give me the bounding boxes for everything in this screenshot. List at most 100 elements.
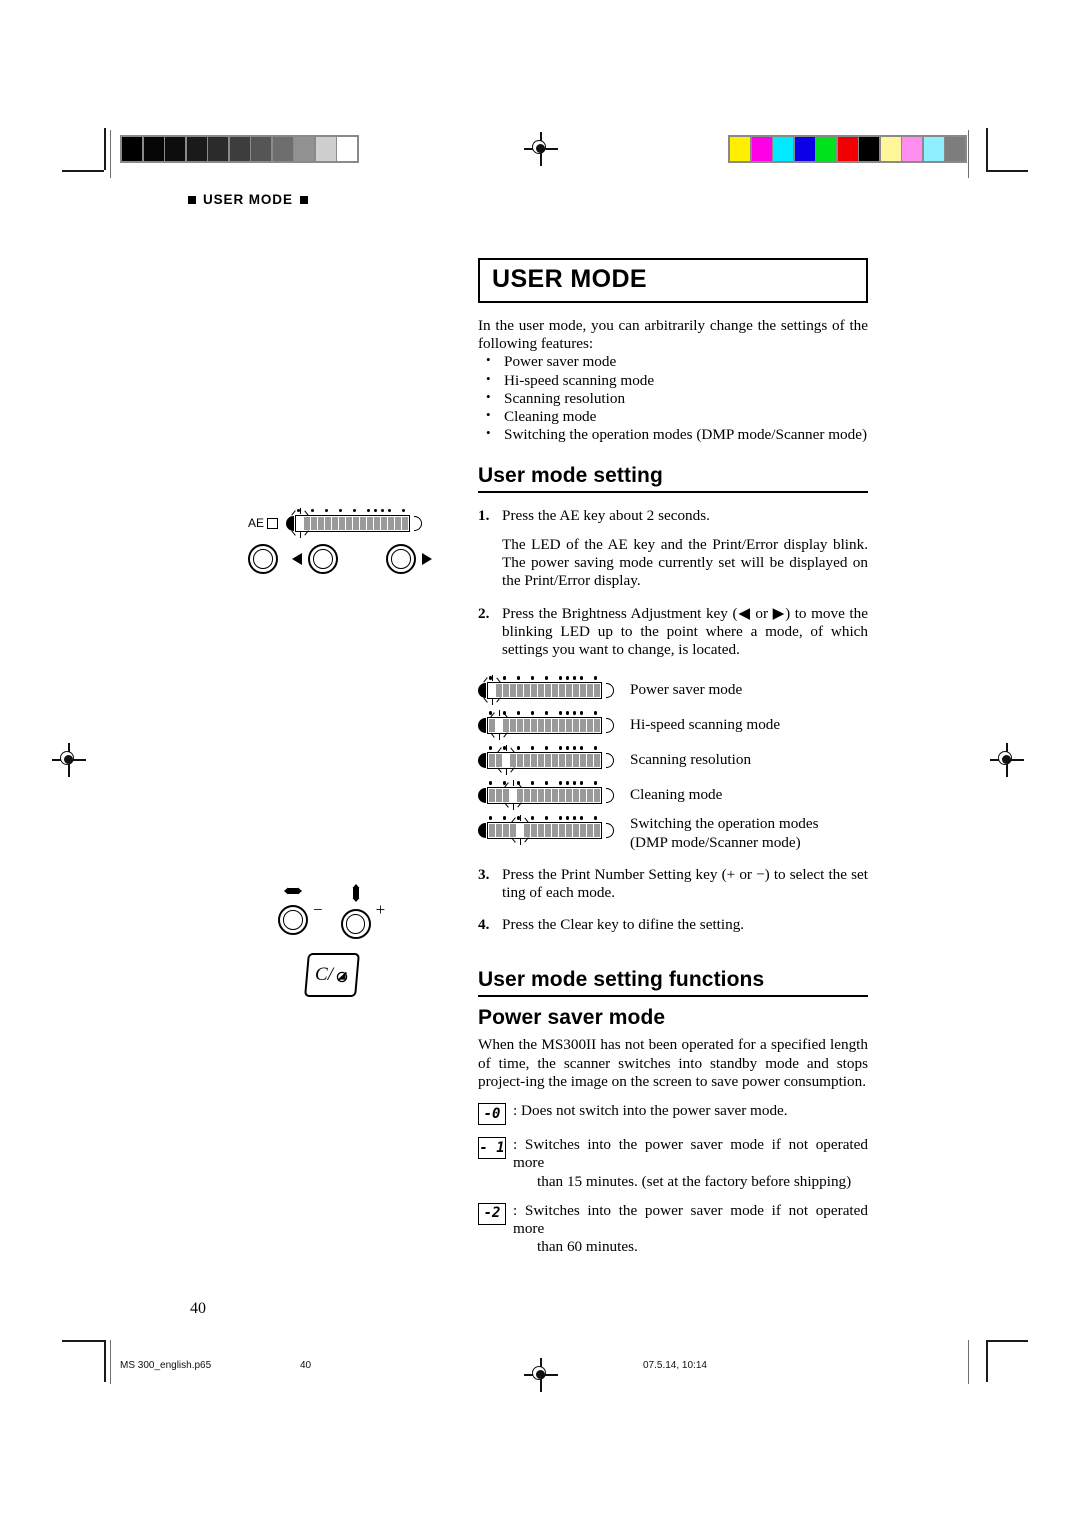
step-number: 3. xyxy=(478,865,490,883)
calibration-swatch xyxy=(859,137,879,161)
led-segment xyxy=(503,823,509,837)
print-number-minus-icon xyxy=(284,887,302,895)
step-text: Press the Brightness Adjustment key (◀ o… xyxy=(502,605,868,660)
led-indicator-bar xyxy=(478,745,614,776)
header-square-right-icon xyxy=(299,195,308,204)
led-segment xyxy=(538,823,544,837)
led-segment-blinking xyxy=(297,516,304,530)
clear-key-button[interactable]: C/ xyxy=(304,953,360,997)
led-segment-track xyxy=(487,786,602,804)
brightness-left-arrow-icon xyxy=(292,553,302,565)
led-segment xyxy=(587,823,593,837)
led-mode-caption: Scanning resolution xyxy=(630,751,751,769)
led-bar-right-cap-icon xyxy=(414,515,423,531)
led-bar-left-cap-icon xyxy=(478,752,486,768)
led-segment xyxy=(552,683,558,697)
feature-list-item: Switching the operation modes (DMP mode/… xyxy=(478,425,868,444)
led-indicator-bar xyxy=(478,780,614,811)
led-segment xyxy=(353,516,360,530)
registration-mark-top-center xyxy=(524,132,558,166)
led-segment xyxy=(559,753,565,767)
calibration-swatch xyxy=(143,137,164,161)
led-segment xyxy=(538,753,544,767)
print-number-decrease-button[interactable] xyxy=(278,905,308,935)
power-saver-code-text: : Does not switch into the power saver m… xyxy=(513,1102,868,1125)
subsection-heading-power-saver-mode: Power saver mode xyxy=(478,1006,666,1030)
feature-list: Power saver modeHi-speed scanning modeSc… xyxy=(478,352,868,444)
step-paragraph: Press the Clear key to difine the settin… xyxy=(502,916,745,934)
led-segment xyxy=(552,753,558,767)
step-text: Press the AE key about 2 seconds. The LED… xyxy=(502,507,868,591)
led-segment xyxy=(531,683,537,697)
led-segment-track xyxy=(487,681,602,699)
step-text: Press the Print Number Setting key (+ or… xyxy=(502,866,868,902)
led-segment xyxy=(587,753,593,767)
led-segment xyxy=(573,753,579,767)
step-number: 4. xyxy=(478,916,490,934)
led-segment xyxy=(489,718,495,732)
ae-text: AE xyxy=(248,516,265,530)
calibration-swatch xyxy=(816,137,836,161)
led-segment xyxy=(594,683,600,697)
clear-slash-circle-icon xyxy=(336,971,348,983)
calibration-swatch xyxy=(186,137,207,161)
calibration-swatch xyxy=(315,137,336,161)
step-paragraph: Press the Print Number Setting key (+ or… xyxy=(502,865,868,901)
led-segment xyxy=(545,788,551,802)
section-heading-user-mode-setting-functions: User mode setting functions xyxy=(478,968,868,998)
power-saver-code-row: - 1: Switches into the power saver mode … xyxy=(478,1136,868,1191)
led-segment xyxy=(311,516,318,530)
calibration-swatch xyxy=(251,137,271,161)
numbered-step: 3. Press the Print Number Setting key (+ … xyxy=(478,866,868,902)
seven-segment-code-box: - 1 xyxy=(478,1137,506,1160)
led-segment xyxy=(360,516,367,530)
power-saver-description: When the MS300II has not been operated f… xyxy=(478,1036,868,1090)
intro-paragraph: In the user mode, you can arbitrarily ch… xyxy=(478,317,868,353)
led-bar-left-cap-icon xyxy=(478,682,486,698)
led-mode-caption: Cleaning mode xyxy=(630,786,722,804)
step-number: 1. xyxy=(478,506,490,524)
led-segment xyxy=(318,516,325,530)
led-segment-track xyxy=(487,821,602,839)
led-bar-right-cap-icon xyxy=(606,787,614,803)
led-segment xyxy=(545,718,551,732)
led-segment xyxy=(594,753,600,767)
led-segment xyxy=(517,683,523,697)
seven-segment-code-box: -0 xyxy=(478,1103,506,1126)
led-bar-panel xyxy=(286,508,423,538)
led-segment xyxy=(510,823,516,837)
grayscale-calibration-strip xyxy=(120,135,359,163)
control-panel-top-illustration: AE xyxy=(248,508,432,574)
print-number-plus-icon xyxy=(352,884,360,902)
calibration-swatch xyxy=(165,137,185,161)
feature-list-item: Power saver mode xyxy=(478,352,868,371)
page-title: USER MODE xyxy=(492,265,648,293)
led-mode-caption: Switching the operation modes (DMP mode/S… xyxy=(630,815,819,851)
calibration-swatch xyxy=(880,137,901,161)
registration-mark-bottom-center xyxy=(524,1358,558,1392)
step-paragraph: The LED of the AE key and the Print/Erro… xyxy=(502,535,868,590)
led-mode-row: Cleaning mode xyxy=(478,780,868,811)
led-segment-blinking xyxy=(510,788,516,802)
footer-filename: MS 300_english.p65 xyxy=(120,1360,212,1371)
led-segment xyxy=(524,718,530,732)
led-segment xyxy=(517,753,523,767)
crop-rule-left xyxy=(110,130,112,178)
led-segment xyxy=(367,516,374,530)
led-mode-caption-line1: Scanning resolution xyxy=(630,751,752,769)
crop-rule-bottom-left xyxy=(110,1340,112,1384)
led-segment xyxy=(489,823,495,837)
code-text-line1: : Does not switch into the power saver m… xyxy=(513,1102,788,1120)
led-bar-right-cap-icon xyxy=(606,822,614,838)
steps-group-two: 3. Press the Print Number Setting key (+ … xyxy=(478,866,868,935)
brightness-increase-button[interactable] xyxy=(386,544,416,574)
brightness-decrease-button[interactable] xyxy=(308,544,338,574)
calibration-swatch xyxy=(294,137,314,161)
ae-key-button[interactable] xyxy=(248,544,278,574)
led-indicator-bar xyxy=(478,710,614,741)
led-segment xyxy=(517,718,523,732)
led-segment xyxy=(545,683,551,697)
led-segment-blinking xyxy=(503,753,509,767)
print-number-increase-button[interactable] xyxy=(340,909,371,939)
led-segment xyxy=(580,718,586,732)
